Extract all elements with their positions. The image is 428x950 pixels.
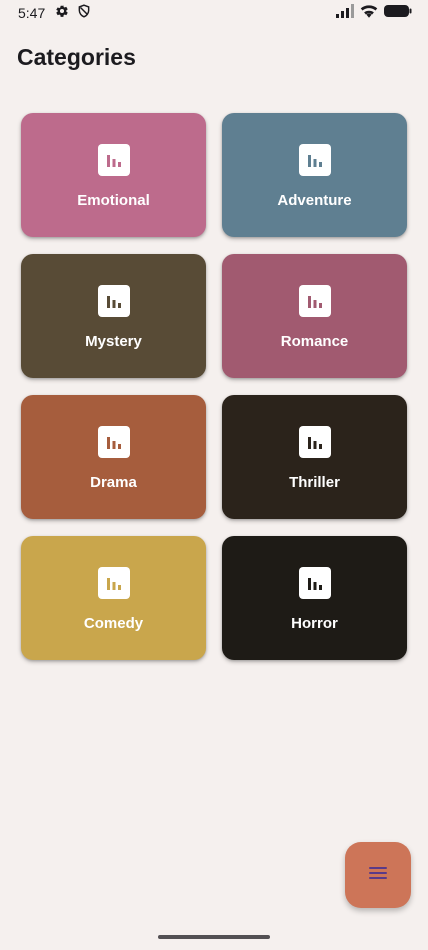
- category-label: Horror: [291, 614, 338, 632]
- bar-chart-icon: [97, 284, 130, 317]
- category-label: Comedy: [83, 614, 144, 632]
- status-time: 5:47: [18, 5, 46, 21]
- battery-icon: [384, 4, 412, 23]
- category-label: Thriller: [289, 473, 340, 491]
- category-label: Emotional: [77, 191, 150, 209]
- bar-chart-icon: [298, 284, 331, 317]
- category-label: Mystery: [85, 332, 142, 350]
- shield-icon: [77, 3, 91, 23]
- category-card-drama[interactable]: Drama: [21, 395, 206, 519]
- signal-icon: [336, 3, 354, 23]
- category-card-thriller[interactable]: Thriller: [222, 395, 407, 519]
- category-label: Adventure: [277, 191, 352, 209]
- category-card-horror[interactable]: Horror: [222, 536, 407, 660]
- bar-chart-icon: [97, 566, 130, 599]
- status-bar: 5:47: [0, 0, 428, 26]
- gear-icon: [55, 4, 69, 23]
- bar-chart-icon: [298, 143, 331, 176]
- page-title: Categories: [17, 44, 136, 70]
- category-grid: Emotional Adventure Mystery Romance Drama Thr…: [21, 113, 407, 660]
- bar-chart-icon: [97, 425, 130, 458]
- category-card-romance[interactable]: Romance: [222, 254, 407, 378]
- wifi-icon: [360, 4, 378, 23]
- category-card-emotional[interactable]: Emotional: [21, 113, 206, 237]
- category-label: Drama: [90, 473, 137, 491]
- bar-chart-icon: [97, 143, 130, 176]
- category-card-mystery[interactable]: Mystery: [21, 254, 206, 378]
- menu-fab-button[interactable]: [345, 842, 411, 908]
- category-card-adventure[interactable]: Adventure: [222, 113, 407, 237]
- status-left: 5:47: [18, 3, 91, 23]
- category-card-comedy[interactable]: Comedy: [21, 536, 206, 660]
- home-indicator: [158, 935, 270, 939]
- category-label: Romance: [280, 332, 349, 350]
- menu-icon: [368, 865, 388, 886]
- status-right: [336, 3, 412, 23]
- bar-chart-icon: [298, 566, 331, 599]
- bar-chart-icon: [298, 425, 331, 458]
